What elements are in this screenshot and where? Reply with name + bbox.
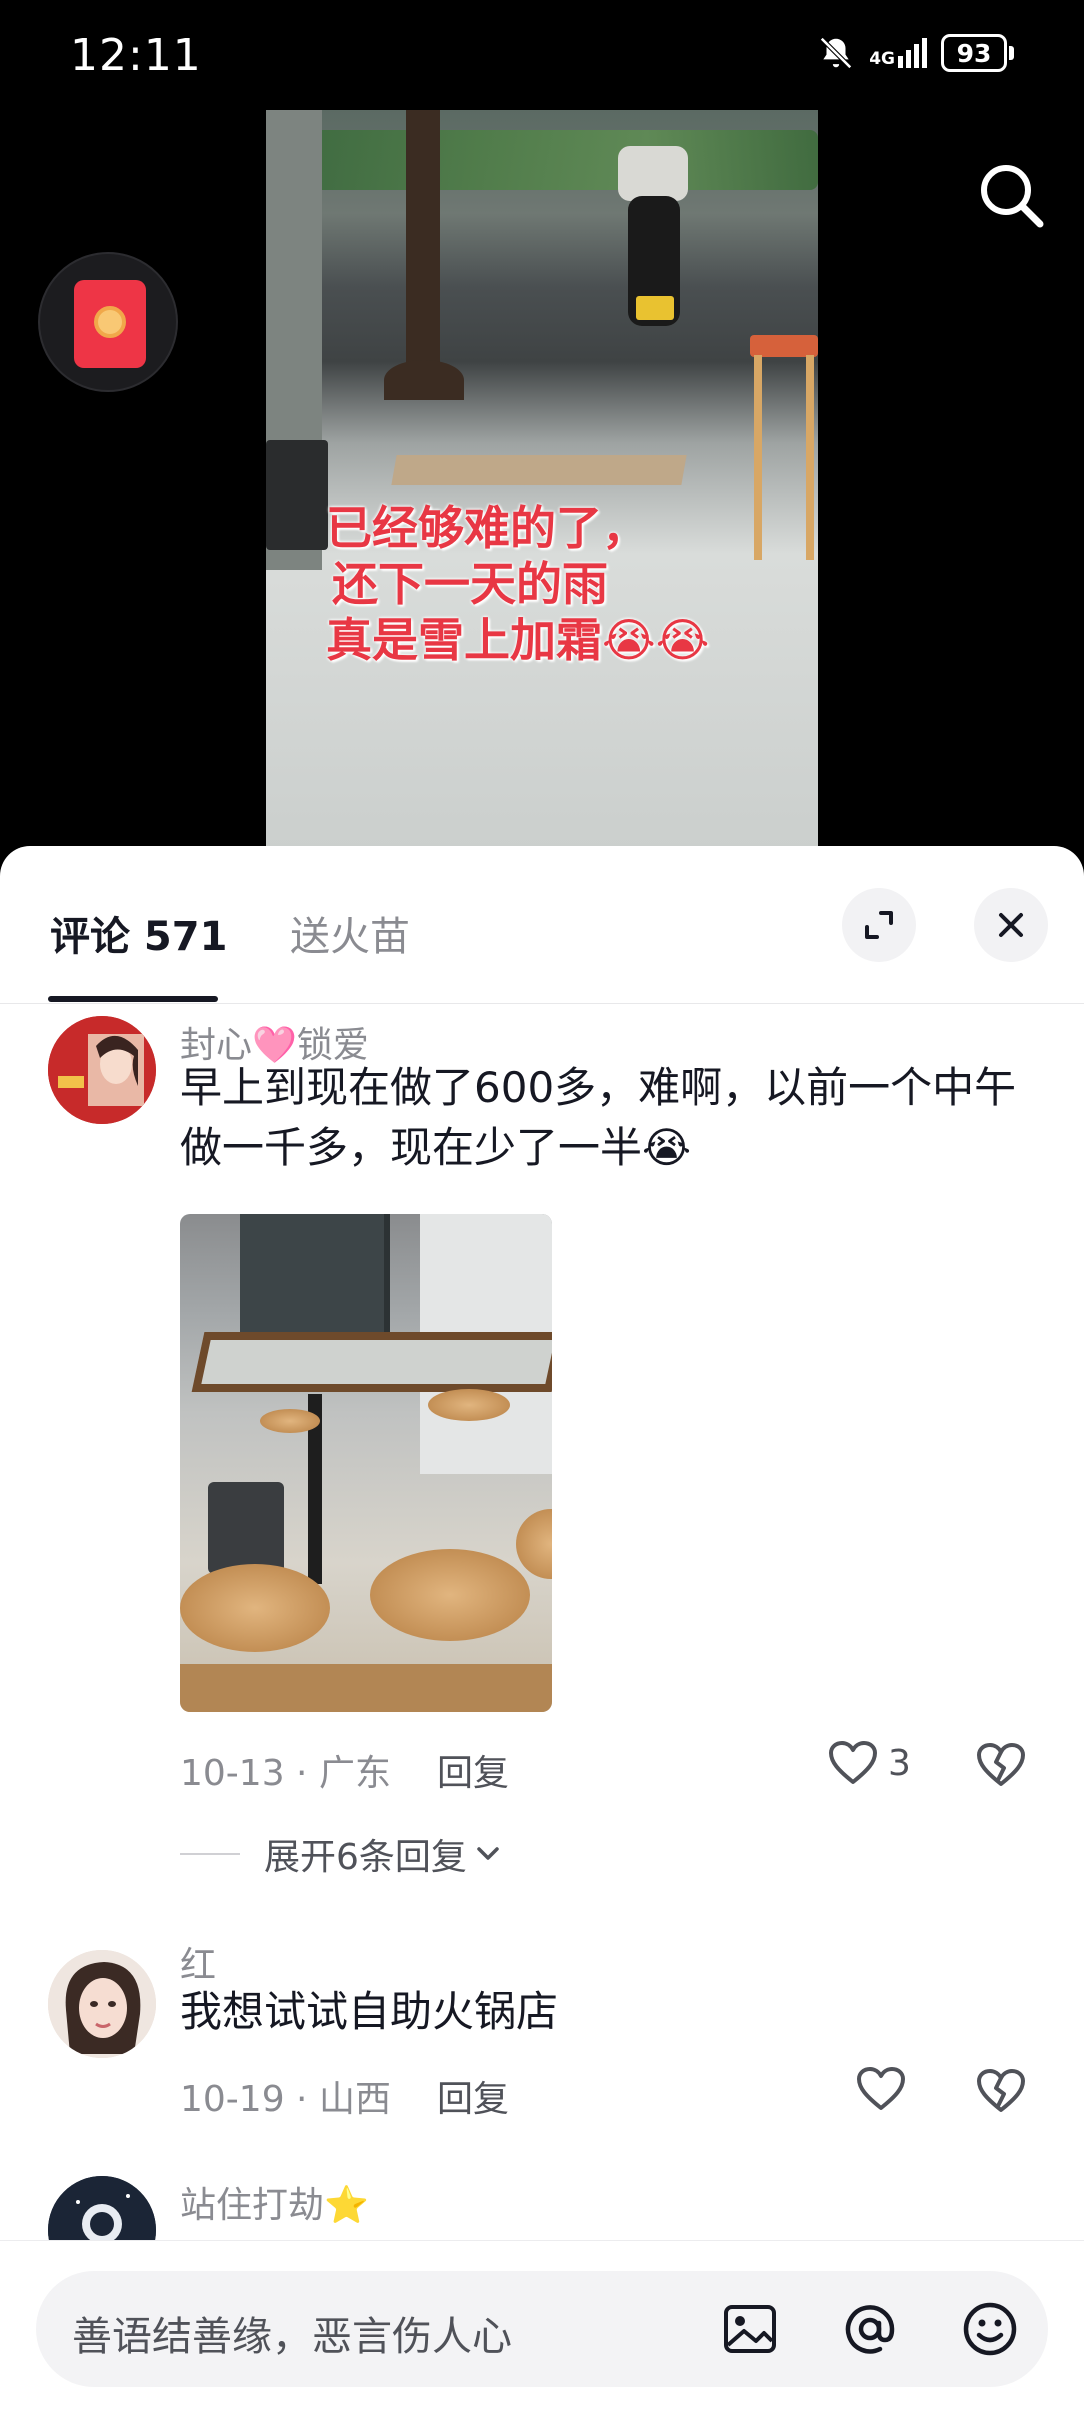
broken-heart-icon[interactable] bbox=[976, 2068, 1026, 2114]
at-icon[interactable] bbox=[836, 2295, 904, 2363]
video-frame: 已经够难的了， 还下一天的雨 真是雪上加霜😭😭 bbox=[266, 110, 818, 850]
comment-input-placeholder: 善语结善缘，恶言伤人心 bbox=[72, 2314, 512, 2360]
caption-line-1: 已经够难的了， bbox=[326, 501, 648, 555]
expand-replies-label: 展开6条回复 bbox=[264, 1837, 467, 1878]
battery-level: 93 bbox=[941, 34, 1007, 72]
status-icons: 4G 93 bbox=[817, 34, 1014, 72]
avatar[interactable] bbox=[48, 1950, 156, 2058]
expand-button[interactable] bbox=[842, 888, 916, 962]
like-count: 3 bbox=[888, 1742, 911, 1784]
broken-heart-icon[interactable] bbox=[976, 1742, 1026, 1788]
emoji-icon[interactable] bbox=[956, 2295, 1024, 2363]
comment-sheet: 评论 571 送火苗 封心🩷锁爱 早上到现在做了600多，难啊，以前一个中午做一… bbox=[0, 846, 1084, 2412]
close-icon bbox=[999, 913, 1023, 937]
comment-image[interactable] bbox=[180, 1214, 552, 1712]
heart-icon bbox=[857, 2067, 905, 2110]
image-icon[interactable] bbox=[716, 2295, 784, 2363]
comment-tabs: 评论 571 送火苗 bbox=[0, 846, 1084, 1004]
battery-icon: 93 bbox=[941, 34, 1014, 72]
comment-username[interactable]: 红 bbox=[180, 1936, 216, 1988]
expand-icon bbox=[865, 911, 893, 939]
video-caption: 已经够难的了， 还下一天的雨 真是雪上加霜😭😭 bbox=[326, 500, 806, 668]
mute-bell-icon bbox=[820, 37, 853, 69]
heart-icon bbox=[829, 1741, 877, 1784]
video-player[interactable]: 已经够难的了， 还下一天的雨 真是雪上加霜😭😭 bbox=[0, 110, 1084, 850]
comment-username[interactable]: 站住打劫⭐ bbox=[180, 2176, 369, 2228]
comment-item: 红 我想试试自助火锅店 10-19 · 山西 回复 bbox=[0, 1936, 1084, 2196]
reply-button[interactable]: 回复 bbox=[437, 1753, 509, 1794]
scooter-image bbox=[606, 146, 696, 346]
red-packet-button[interactable] bbox=[38, 252, 178, 392]
close-button[interactable] bbox=[974, 888, 1048, 962]
chevron-down-icon bbox=[477, 1847, 499, 1860]
like-button[interactable]: 3 bbox=[828, 1740, 911, 1786]
caption-line-2: 还下一天的雨 bbox=[332, 557, 608, 611]
status-bar: 12:11 4G 93 bbox=[0, 0, 1084, 110]
comment-text: 我想试试自助火锅店 bbox=[180, 1987, 559, 2036]
like-button[interactable] bbox=[856, 2066, 906, 2112]
active-tab-indicator bbox=[48, 996, 218, 1002]
tab-send-fire[interactable]: 送火苗 bbox=[290, 904, 410, 962]
reply-button[interactable]: 回复 bbox=[437, 2079, 509, 2120]
search-icon[interactable] bbox=[968, 150, 1058, 240]
comment-meta: 10-13 · 广东 回复 bbox=[180, 1744, 509, 1796]
comment-date-location: 10-19 · 山西 bbox=[180, 2079, 391, 2120]
signal-icon: 4G bbox=[869, 38, 927, 68]
expand-replies-button[interactable]: 展开6条回复 bbox=[180, 1828, 505, 1880]
comment-input-bar: 善语结善缘，恶言伤人心 bbox=[0, 2240, 1084, 2412]
comment-text: 早上到现在做了600多，难啊，以前一个中午做一千多，现在少了一半😭 bbox=[180, 1063, 1017, 1172]
comment-item: 封心🩷锁爱 早上到现在做了600多，难啊，以前一个中午做一千多，现在少了一半😭 … bbox=[0, 1016, 1084, 1878]
comment-date-location: 10-13 · 广东 bbox=[180, 1753, 391, 1794]
caption-line-3: 真是雪上加霜😭😭 bbox=[326, 613, 710, 667]
avatar[interactable] bbox=[48, 1016, 156, 1124]
comment-input[interactable]: 善语结善缘，恶言伤人心 bbox=[36, 2271, 1048, 2387]
network-label: 4G bbox=[869, 49, 895, 69]
status-time: 12:11 bbox=[70, 30, 202, 81]
comment-meta: 10-19 · 山西 回复 bbox=[180, 2070, 509, 2122]
tab-comments[interactable]: 评论 571 bbox=[50, 904, 227, 962]
